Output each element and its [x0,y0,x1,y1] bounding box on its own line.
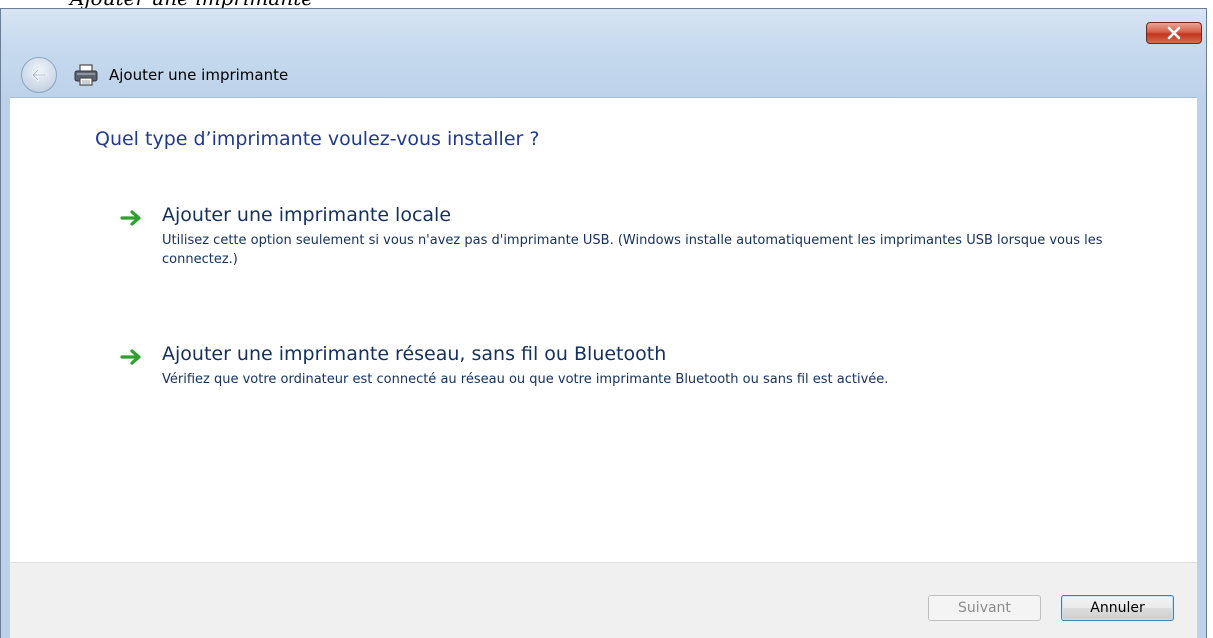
screenshot: Ajouter une imprimante Quel type d’impri… [0,0,1213,638]
back-button[interactable] [21,57,57,93]
printer-icon [71,62,101,88]
content-area: Quel type d’imprimante voulez-vous insta… [10,97,1197,563]
header-bar: Ajouter une imprimante [21,53,288,97]
close-icon [1167,26,1181,40]
back-arrow-icon [31,68,48,82]
window-right-edge [1197,97,1206,638]
green-arrow-icon [120,210,141,226]
next-button[interactable]: Suivant [928,595,1041,621]
green-arrow-icon [120,349,141,365]
option-description: Utilisez cette option seulement si vous … [162,233,1103,267]
option-description: Vérifiez que votre ordinateur est connec… [162,372,889,387]
close-button[interactable] [1146,22,1202,44]
page-question: Quel type d’imprimante voulez-vous insta… [95,128,540,150]
cancel-button[interactable]: Annuler [1061,595,1174,621]
option-title: Ajouter une imprimante réseau, sans fil … [162,343,667,365]
add-printer-window: Ajouter une imprimante Quel type d’impri… [0,8,1207,638]
option-title: Ajouter une imprimante locale [162,204,452,226]
footer-bar: Suivant Annuler [10,562,1197,638]
window-title: Ajouter une imprimante [109,66,289,84]
